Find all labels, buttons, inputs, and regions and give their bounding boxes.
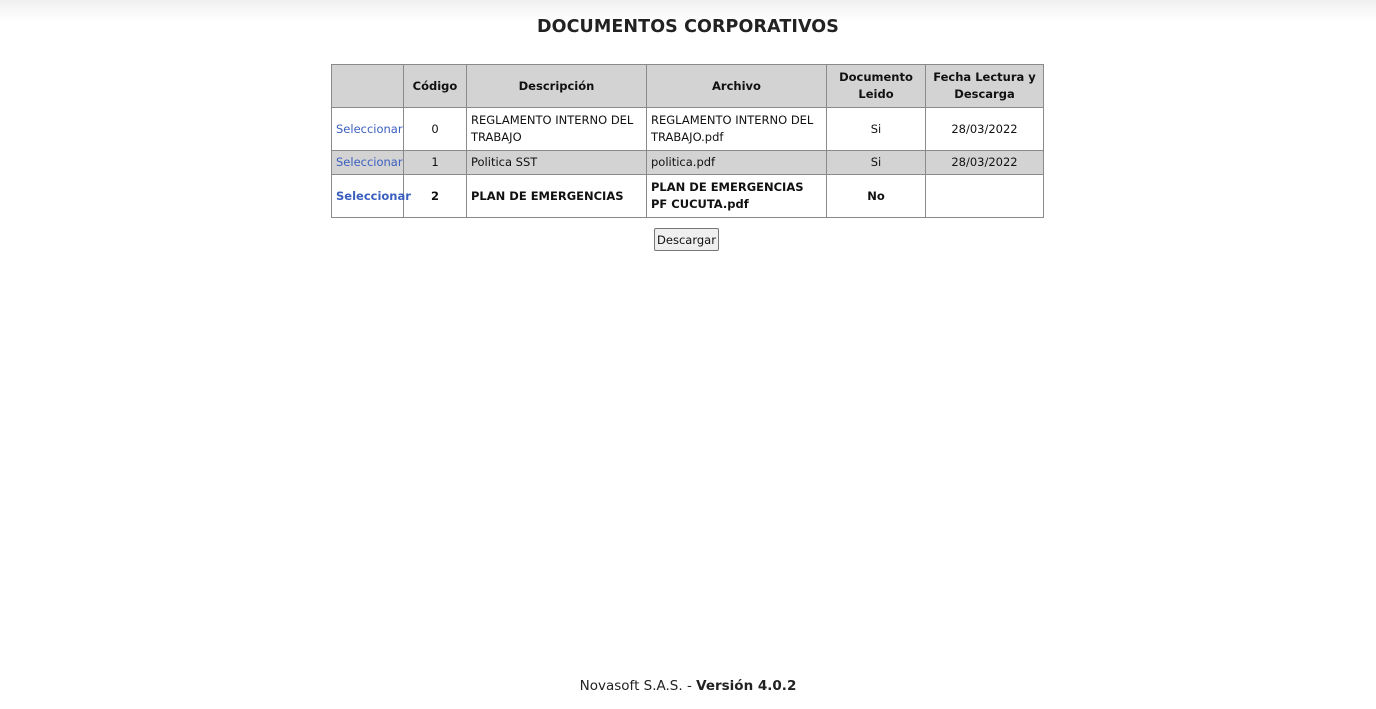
description-cell: Politica SST: [466, 150, 647, 175]
select-link[interactable]: Seleccionar: [336, 155, 403, 169]
documents-table: Código Descripción Archivo Documento Lei…: [331, 64, 1044, 218]
table-row-selected: Seleccionar 2 PLAN DE EMERGENCIAS PLAN D…: [331, 174, 1044, 218]
select-link[interactable]: Seleccionar: [336, 189, 411, 203]
column-header-select: [331, 64, 404, 108]
table-row: Seleccionar 0 REGLAMENTO INTERNO DEL TRA…: [331, 107, 1044, 151]
column-header-description: Descripción: [466, 64, 647, 108]
column-header-code: Código: [403, 64, 467, 108]
description-cell: REGLAMENTO INTERNO DEL TRABAJO: [466, 107, 647, 151]
footer-version: Versión 4.0.2: [696, 678, 797, 694]
column-header-date: Fecha Lectura y Descarga: [925, 64, 1044, 108]
date-cell: 28/03/2022: [925, 107, 1044, 151]
page-title: DOCUMENTOS CORPORATIVOS: [536, 17, 839, 37]
code-cell: 1: [403, 150, 467, 175]
table-header-row: Código Descripción Archivo Documento Lei…: [331, 64, 1044, 108]
file-cell: politica.pdf: [646, 150, 827, 175]
description-cell: PLAN DE EMERGENCIAS: [466, 174, 647, 218]
date-cell: 28/03/2022: [925, 150, 1044, 175]
code-cell: 0: [403, 107, 467, 151]
read-status-cell: Si: [826, 150, 926, 175]
select-cell: Seleccionar: [331, 107, 404, 151]
footer-company: Novasoft S.A.S. -: [579, 678, 697, 694]
file-cell: REGLAMENTO INTERNO DEL TRABAJO.pdf: [646, 107, 827, 151]
read-status-cell: No: [826, 174, 926, 218]
column-header-file: Archivo: [646, 64, 827, 108]
download-button[interactable]: Descargar: [654, 228, 719, 251]
select-link[interactable]: Seleccionar: [336, 122, 403, 136]
date-cell: [925, 174, 1044, 218]
page: DOCUMENTOS CORPORATIVOS Código Descripci…: [0, 0, 1376, 709]
select-cell: Seleccionar: [331, 174, 411, 218]
read-status-cell: Si: [826, 107, 926, 151]
select-cell: Seleccionar: [331, 150, 404, 175]
footer: Novasoft S.A.S. - Versión 4.0.2: [0, 678, 1376, 694]
table-row: Seleccionar 1 Politica SST politica.pdf …: [331, 150, 1044, 175]
code-cell: 2: [403, 174, 467, 218]
file-cell: PLAN DE EMERGENCIAS PF CUCUTA.pdf: [646, 174, 827, 218]
column-header-read: Documento Leido: [826, 64, 926, 108]
